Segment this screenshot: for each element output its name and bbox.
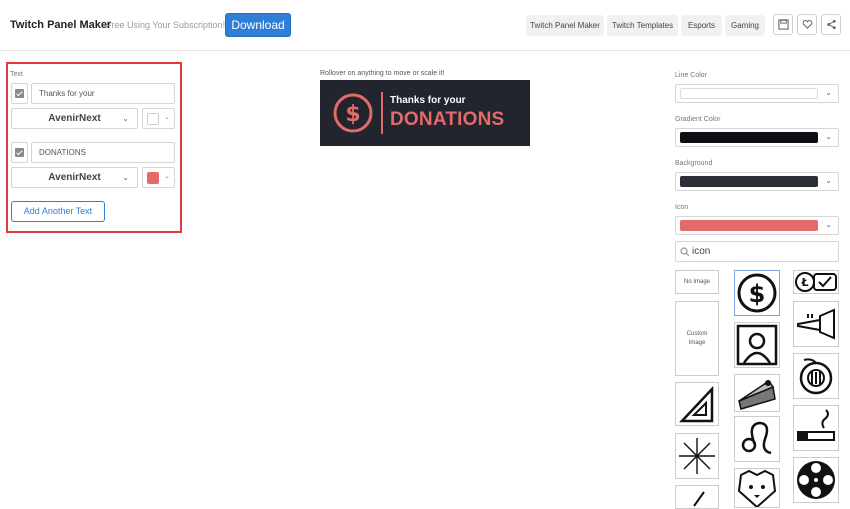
text-1-enabled-checkbox[interactable] (11, 83, 28, 104)
icon-tile-person[interactable] (734, 322, 780, 368)
heart-icon (802, 20, 812, 29)
text-1-input[interactable]: Thanks for your (31, 83, 175, 104)
text-1-font-value: AvenirNext (48, 113, 101, 124)
text-1-color-picker[interactable]: ⌄ (142, 108, 175, 129)
text-2-input[interactable]: DONATIONS (31, 142, 175, 163)
svg-text:Ł: Ł (800, 276, 808, 289)
icon-tile-partial[interactable] (675, 485, 719, 509)
color-bar (680, 132, 818, 143)
icon-search-input[interactable]: icon (675, 241, 839, 262)
nav-twitch-templates[interactable]: Twitch Templates (607, 15, 678, 36)
icon-color-select[interactable]: ⌄ (675, 216, 839, 235)
color-swatch (147, 172, 159, 184)
text-1-font-select[interactable]: AvenirNext ⌄ (11, 108, 138, 129)
chevron-down-icon: ⌄ (825, 88, 832, 97)
svg-text:$: $ (345, 102, 360, 127)
color-swatch (147, 113, 159, 125)
chevron-down-icon: ⌄ (825, 132, 832, 141)
icon-tile-cigarette[interactable] (793, 405, 839, 451)
favorite-button[interactable] (797, 14, 817, 35)
save-icon (777, 19, 789, 30)
nav-gaming[interactable]: Gaming (725, 15, 765, 36)
text-2-enabled-checkbox[interactable] (11, 142, 28, 163)
app-title[interactable]: Twitch Panel Maker (10, 19, 111, 31)
color-bar (680, 220, 818, 231)
preview-text-line-1[interactable]: Thanks for your (390, 95, 466, 106)
no-image-label: No Image (683, 279, 710, 285)
film-reel-icon (797, 461, 835, 499)
icon-tile-bear[interactable] (734, 468, 780, 508)
custom-image-tile[interactable]: Custom Image (675, 301, 719, 376)
color-bar (680, 176, 818, 187)
gradient-color-select[interactable]: ⌄ (675, 128, 839, 147)
litecoin-check-icon: Ł (795, 272, 837, 292)
text-2-color-picker[interactable]: ⌄ (142, 167, 175, 188)
chevron-down-icon: ⌄ (122, 173, 129, 182)
canvas-hint: Rollover on anything to move or scale it… (320, 70, 445, 77)
background-color-select[interactable]: ⌄ (675, 172, 839, 191)
icon-tile-litecoin[interactable]: Ł (793, 270, 839, 294)
cigarette-smoke-icon (797, 409, 835, 441)
icon-label: Icon (675, 204, 689, 211)
icon-tile-dollar[interactable]: $ (734, 270, 780, 316)
icon-tile-firework[interactable] (675, 433, 719, 479)
save-button[interactable] (773, 14, 793, 35)
icon-tile-set-square[interactable] (675, 382, 719, 426)
chevron-down-icon: ⌄ (164, 173, 170, 180)
header: Twitch Panel Maker Free Using Your Subsc… (0, 0, 850, 51)
preview-divider-line[interactable] (381, 92, 383, 134)
bear-head-icon (737, 469, 777, 507)
custom-image-label: Custom Image (686, 331, 708, 346)
firework-burst-icon (679, 438, 715, 474)
icon-tile-french-horn[interactable] (793, 353, 839, 399)
chevron-down-icon: ⌄ (122, 114, 129, 123)
dollar-icon[interactable]: $ (332, 92, 374, 134)
no-image-tile[interactable]: No Image (675, 270, 719, 294)
icon-tile-pie[interactable] (734, 374, 780, 412)
chevron-down-icon: ⌄ (825, 220, 832, 229)
line-color-label: Line Color (675, 72, 707, 79)
nav-esports[interactable]: Esports (681, 15, 722, 36)
trumpet-icon (797, 308, 835, 340)
text-2-font-value: AvenirNext (48, 172, 101, 183)
set-square-icon (679, 385, 714, 423)
icon-search-value: icon (692, 246, 711, 257)
search-icon (680, 247, 690, 257)
download-button[interactable]: Download (225, 13, 291, 37)
share-icon (826, 19, 836, 30)
french-horn-icon (799, 358, 833, 395)
icon-tile-film-reel[interactable] (793, 457, 839, 503)
chevron-down-icon: ⌄ (825, 176, 832, 185)
line-color-select[interactable]: ⌄ (675, 84, 839, 103)
partial-icon (693, 491, 705, 507)
nav-twitch-panel-maker[interactable]: Twitch Panel Maker (526, 15, 604, 36)
panel-preview[interactable]: $ Thanks for your DONATIONS (320, 80, 530, 146)
dollar-icon: $ (737, 273, 777, 313)
add-another-text-button[interactable]: Add Another Text (11, 201, 105, 222)
color-bar (680, 88, 818, 99)
subscription-note: Free Using Your Subscription! (106, 20, 226, 30)
leo-zodiac-icon (741, 421, 772, 455)
chevron-down-icon: ⌄ (164, 114, 170, 121)
background-label: Background (675, 160, 713, 167)
icon-tile-trumpet[interactable] (793, 301, 839, 347)
person-portrait-icon (736, 324, 778, 366)
preview-text-line-2[interactable]: DONATIONS (390, 109, 504, 131)
svg-text:$: $ (749, 280, 766, 308)
text-2-font-select[interactable]: AvenirNext ⌄ (11, 167, 138, 188)
icon-tile-leo[interactable] (734, 416, 780, 462)
pie-slice-icon (738, 379, 776, 410)
share-button[interactable] (821, 14, 841, 35)
gradient-color-label: Gradient Color (675, 116, 721, 123)
text-section-label: Text (10, 71, 23, 78)
